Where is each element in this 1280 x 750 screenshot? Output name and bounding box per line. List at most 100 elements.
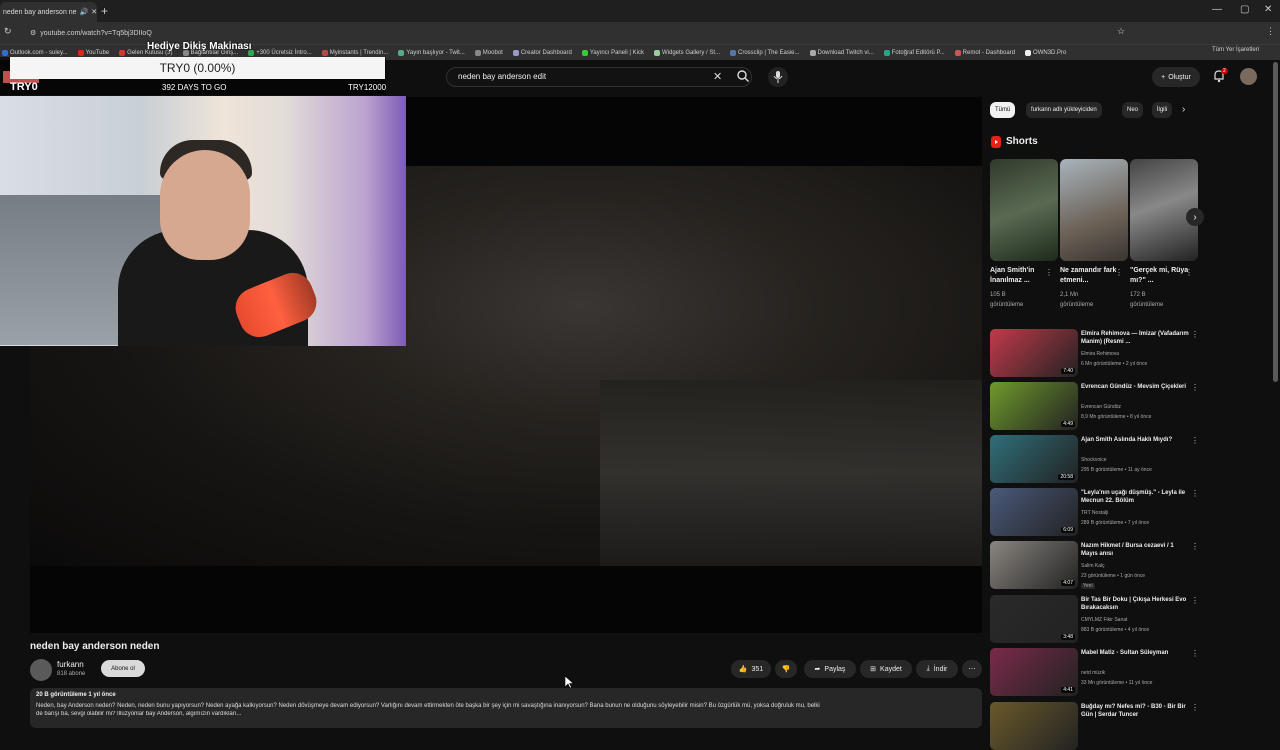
create-button[interactable]: + Oluştur xyxy=(1152,67,1200,87)
short-menu-icon[interactable]: ⋮ xyxy=(1115,268,1123,277)
short-title[interactable]: Ajan Smith'in İnanılmaz ... xyxy=(990,266,1050,286)
recommended-menu-icon[interactable]: ⋮ xyxy=(1191,383,1199,392)
recommended-channel[interactable]: netd müzik xyxy=(1081,670,1105,676)
channel-avatar[interactable] xyxy=(30,659,52,681)
recommended-menu-icon[interactable]: ⋮ xyxy=(1191,649,1199,658)
create-label: Oluştur xyxy=(1168,73,1191,81)
new-tab-icon[interactable]: + xyxy=(101,4,108,18)
recommended-menu-icon[interactable]: ⋮ xyxy=(1191,436,1199,445)
bookmark-item[interactable]: Outlook.com - suley... xyxy=(2,49,68,56)
recommended-thumbnail[interactable]: 3:48 xyxy=(990,595,1078,643)
bookmark-label: Creator Dashboard xyxy=(520,49,572,56)
search-icon[interactable] xyxy=(736,69,750,83)
recommended-thumbnail[interactable] xyxy=(990,702,1078,750)
save-button[interactable]: ⊞ Kaydet xyxy=(860,660,912,678)
chip-neo[interactable]: Neo xyxy=(1122,102,1144,118)
recommended-title[interactable]: Ajan Smith Aslında Haklı Mıydı? xyxy=(1081,436,1189,444)
channel-subscribers: 818 abone xyxy=(57,671,86,677)
bookmark-item[interactable]: +300 Ücretsiz İntro... xyxy=(248,49,312,56)
maximize-icon[interactable]: ▢ xyxy=(1240,4,1249,15)
subscribe-button[interactable]: Abone ol xyxy=(101,660,145,677)
short-title[interactable]: "Gerçek mi, Rüya mı?" ... xyxy=(1130,266,1190,286)
thumbs-up-icon: 👍 xyxy=(738,666,748,673)
bookmark-item[interactable]: Fotoğraf Editörü P... xyxy=(883,49,945,56)
reload-icon[interactable]: ↻ xyxy=(4,26,12,37)
recommended-thumbnail[interactable]: 4:41 xyxy=(990,648,1078,696)
recommended-menu-icon[interactable]: ⋮ xyxy=(1191,596,1199,605)
recommended-channel[interactable]: CMYLMZ Fikir Sanat xyxy=(1081,617,1127,623)
bookmark-item[interactable]: YouTube xyxy=(77,49,109,56)
recommended-channel[interactable]: Evrencan Gündüz xyxy=(1081,404,1121,410)
recommended-title[interactable]: Buğday mı? Nefes mi? - B30 - Bir Bir Gün… xyxy=(1081,703,1189,719)
browser-menu-icon[interactable]: ⋮ xyxy=(1266,26,1275,37)
short-title[interactable]: Ne zamandır fark etmeni... xyxy=(1060,266,1120,286)
voice-search-button[interactable] xyxy=(768,67,788,87)
bookmark-item[interactable]: Download Twitch vi... xyxy=(809,49,874,56)
tab-title: neden bay anderson ne xyxy=(3,8,77,16)
url-field[interactable]: ⚙ youtube.com/watch?v=Tq5bj3DIIoQ xyxy=(30,26,1100,40)
chip-all[interactable]: Tümü xyxy=(990,102,1016,118)
recommended-thumbnail[interactable]: 4:07 xyxy=(990,541,1078,589)
recommended-channel[interactable]: Shockvoice xyxy=(1081,457,1107,463)
bookmark-star-icon[interactable]: ☆ xyxy=(1117,26,1125,37)
short-menu-icon[interactable]: ⋮ xyxy=(1045,268,1053,277)
bookmark-item[interactable]: OWN3D.Pro xyxy=(1025,49,1066,56)
clear-search-icon[interactable]: ✕ xyxy=(713,70,722,83)
recommended-title[interactable]: Elmira Rehimova — İmizar (Vafadarım Mani… xyxy=(1081,330,1189,346)
recommended-meta: 295 B görüntüleme • 11 ay önce xyxy=(1081,467,1152,473)
like-button[interactable]: 👍 351 xyxy=(731,660,771,678)
recommended-menu-icon[interactable]: ⋮ xyxy=(1191,703,1199,712)
share-button[interactable]: ➦ Paylaş xyxy=(804,660,856,678)
recommended-menu-icon[interactable]: ⋮ xyxy=(1191,330,1199,339)
bookmark-item[interactable]: Widgets Gallery / St... xyxy=(653,49,720,56)
chip-related[interactable]: İlgili xyxy=(1152,102,1172,118)
account-avatar[interactable] xyxy=(1240,68,1257,85)
recommended-title[interactable]: Nazım Hikmet / Bursa cezaevi / 1 Mayıs a… xyxy=(1081,542,1189,558)
bookmark-label: Yayıncı Paneli | Kick xyxy=(589,49,644,56)
new-badge: Yeni xyxy=(1081,583,1095,589)
site-info-icon[interactable]: ⚙ xyxy=(30,29,36,37)
video-duration: 7:40 xyxy=(1061,368,1075,374)
download-button[interactable]: ⤓ İndir xyxy=(916,660,958,678)
shorts-next-icon[interactable]: › xyxy=(1186,208,1204,226)
bookmark-item[interactable]: Crossclip | The Easie... xyxy=(730,49,800,56)
bookmark-item[interactable]: Yayıncı Paneli | Kick xyxy=(581,49,644,56)
more-actions-icon[interactable]: ⋯ xyxy=(962,660,982,678)
dislike-button[interactable]: 👎 xyxy=(775,660,797,678)
channel-name[interactable]: furkann xyxy=(57,660,84,669)
recommended-thumbnail[interactable]: 20:58 xyxy=(990,435,1078,483)
recommended-title[interactable]: Bir Tas Bir Doku | Çıkışa Herkesi Evo Bı… xyxy=(1081,596,1189,612)
all-bookmarks[interactable]: Tüm Yer İşaretleri xyxy=(1212,47,1259,53)
bookmark-label: Fotoğraf Editörü P... xyxy=(891,49,945,56)
short-menu-icon[interactable]: ⋮ xyxy=(1185,268,1193,277)
recommended-channel[interactable]: Elmira Rehimova xyxy=(1081,351,1119,357)
minimize-icon[interactable]: — xyxy=(1212,4,1222,15)
bookmark-item[interactable]: Myinstants | Trendin... xyxy=(321,49,388,56)
recommended-thumbnail[interactable]: 6:09 xyxy=(990,488,1078,536)
recommended-title[interactable]: Evrencan Gündüz - Mevsim Çiçekleri xyxy=(1081,383,1189,391)
recommended-channel[interactable]: TRT Nostalji xyxy=(1081,510,1108,516)
recommended-thumbnail[interactable]: 4:49 xyxy=(990,382,1078,430)
browser-tab[interactable]: neden bay anderson ne 🔊 ✕ xyxy=(0,2,97,22)
bookmark-item[interactable]: Moobot xyxy=(474,49,503,56)
tab-audio-icon[interactable]: 🔊 xyxy=(80,8,89,16)
recommended-menu-icon[interactable]: ⋮ xyxy=(1191,489,1199,498)
chips-next-icon[interactable]: › xyxy=(1182,104,1185,115)
tab-close-icon[interactable]: ✕ xyxy=(91,8,97,16)
views-and-date: 20 B görüntüleme 1 yıl önce xyxy=(36,692,116,698)
recommended-title[interactable]: Mabel Matiz - Sultan Süleyman xyxy=(1081,649,1189,657)
short-thumbnail[interactable] xyxy=(990,159,1058,261)
recommended-title[interactable]: "Leyla'nın uçağı düşmüş." - Leyla ile Me… xyxy=(1081,489,1189,505)
close-window-icon[interactable]: ✕ xyxy=(1264,4,1272,15)
bookmark-item[interactable]: Remot - Dashboard xyxy=(954,49,1015,56)
bookmark-favicon-icon xyxy=(398,49,405,56)
bookmark-item[interactable]: Yayın başlıyor - Twit... xyxy=(398,49,465,56)
recommended-thumbnail[interactable]: 7:40 xyxy=(990,329,1078,377)
recommended-channel[interactable]: Salim Kalç xyxy=(1081,563,1105,569)
short-thumbnail[interactable] xyxy=(1060,159,1128,261)
page-scrollbar[interactable] xyxy=(1273,62,1278,382)
download-label: İndir xyxy=(933,665,948,673)
bookmark-item[interactable]: Creator Dashboard xyxy=(512,49,572,56)
chip-from-uploader[interactable]: furkann adlı yükleyiciden xyxy=(1026,102,1102,118)
recommended-menu-icon[interactable]: ⋮ xyxy=(1191,542,1199,551)
